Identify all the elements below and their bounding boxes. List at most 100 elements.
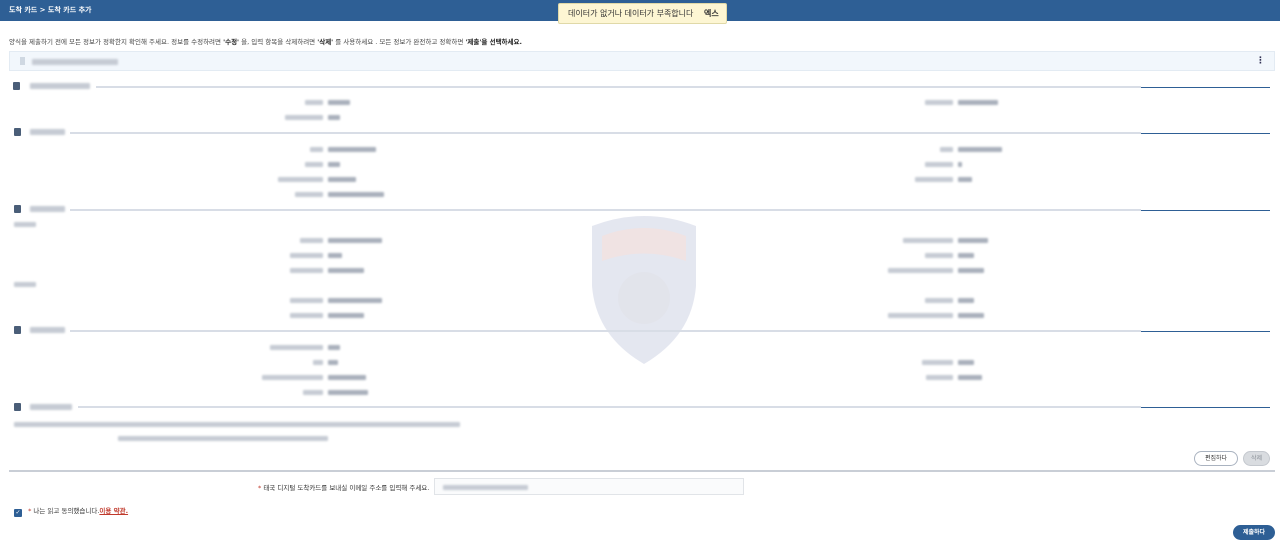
submit-button[interactable]: 제출하다 bbox=[1233, 525, 1275, 540]
terms-link[interactable]: 이용 약관. bbox=[99, 507, 128, 515]
section-divider-end bbox=[1141, 87, 1270, 88]
field-value-redacted bbox=[958, 375, 982, 380]
field-label-redacted bbox=[262, 375, 323, 380]
person-icon bbox=[14, 128, 21, 136]
instructions-part: 를 사용하세요 . 모든 정보가 완전하고 정확하면 bbox=[333, 38, 466, 46]
field-value-redacted bbox=[328, 313, 364, 318]
email-label-text: 태국 디지털 도착카드를 보내실 이메일 주소를 입력해 주세요. bbox=[263, 484, 430, 492]
field-value-redacted bbox=[958, 360, 974, 365]
field-value-redacted bbox=[958, 177, 972, 182]
field-label-redacted bbox=[926, 375, 953, 380]
field-value-redacted bbox=[328, 192, 384, 197]
field-value-redacted bbox=[328, 238, 382, 243]
instructions-delete-word: '삭제' bbox=[317, 38, 334, 46]
field-value-redacted bbox=[958, 147, 1002, 152]
section-divider-end bbox=[1141, 133, 1270, 134]
instructions-edit-word: '수정' bbox=[223, 38, 240, 46]
doc-icon bbox=[14, 326, 21, 334]
field-label-redacted bbox=[310, 147, 323, 152]
agreement-text: 나는 읽고 동의했습니다. bbox=[33, 507, 100, 515]
email-value-redacted bbox=[443, 485, 528, 490]
field-value-redacted bbox=[328, 147, 376, 152]
subsection-label-redacted bbox=[14, 282, 36, 287]
field-value-redacted bbox=[958, 298, 974, 303]
person-icon bbox=[20, 57, 25, 65]
section-divider bbox=[78, 406, 1141, 408]
edit-button[interactable]: 편집하다 bbox=[1194, 451, 1238, 466]
field-label-redacted bbox=[295, 192, 323, 197]
field-value-redacted bbox=[328, 177, 356, 182]
section-divider bbox=[70, 132, 1141, 134]
instructions-part: 을, 입력 항목을 삭제하려면 bbox=[239, 38, 318, 46]
field-value-redacted bbox=[328, 253, 342, 258]
field-value-redacted bbox=[958, 268, 984, 273]
field-value-redacted bbox=[328, 268, 364, 273]
seal-watermark bbox=[592, 216, 696, 364]
required-mark: * bbox=[258, 484, 262, 492]
plane-icon bbox=[13, 82, 20, 90]
field-value-redacted bbox=[958, 313, 984, 318]
section-divider bbox=[70, 330, 1141, 332]
field-label-redacted bbox=[305, 100, 323, 105]
field-value-redacted bbox=[958, 100, 998, 105]
field-label-redacted bbox=[915, 177, 953, 182]
toast-message: 데이터가 없거나 데이터가 부족합니다 bbox=[568, 9, 694, 18]
field-value-redacted bbox=[328, 298, 382, 303]
breadcrumb: 도착 카드 > 도착 카드 추가 bbox=[9, 6, 92, 14]
section-label-redacted bbox=[30, 206, 65, 212]
field-label-redacted bbox=[290, 313, 323, 318]
field-label-redacted bbox=[285, 115, 323, 120]
field-value-redacted bbox=[328, 375, 366, 380]
section-divider bbox=[70, 209, 1141, 211]
error-toast: 데이터가 없거나 데이터가 부족합니다 엑스 bbox=[558, 3, 727, 24]
section-label-redacted bbox=[30, 129, 65, 135]
subsection-label-redacted bbox=[14, 222, 36, 227]
field-label-redacted bbox=[305, 162, 323, 167]
field-label-redacted bbox=[922, 360, 953, 365]
field-label-redacted bbox=[925, 100, 953, 105]
paragraph-line-redacted bbox=[14, 422, 460, 427]
field-label-redacted bbox=[270, 345, 323, 350]
field-label-redacted bbox=[925, 162, 953, 167]
section-label-redacted bbox=[30, 327, 65, 333]
field-value-redacted bbox=[958, 238, 988, 243]
section-label-redacted bbox=[30, 404, 72, 410]
field-label-redacted bbox=[300, 238, 323, 243]
card-header: ⋮ bbox=[9, 51, 1275, 71]
note-icon bbox=[14, 403, 21, 411]
toast-close-button[interactable]: 엑스 bbox=[704, 4, 719, 23]
flag-icon bbox=[14, 205, 21, 213]
section-divider-end bbox=[1141, 407, 1270, 408]
field-value-redacted bbox=[328, 345, 340, 350]
field-label-redacted bbox=[290, 253, 323, 258]
section-divider-end bbox=[1141, 331, 1270, 332]
field-label-redacted bbox=[303, 390, 323, 395]
field-value-redacted bbox=[958, 162, 962, 167]
field-label-redacted bbox=[903, 238, 953, 243]
field-value-redacted bbox=[328, 360, 338, 365]
instructions-submit-word: '제출'을 선택하세요. bbox=[465, 38, 522, 46]
instructions-part: 양식을 제출하기 전에 모든 정보가 정확한지 확인해 주세요. 정보를 수정하… bbox=[9, 38, 224, 46]
terms-checkbox[interactable]: ✓ bbox=[14, 509, 22, 517]
section-divider bbox=[96, 86, 1141, 88]
field-label-redacted bbox=[925, 298, 953, 303]
card-title-redacted bbox=[32, 59, 118, 65]
instructions-text: 양식을 제출하기 전에 모든 정보가 정확한지 확인해 주세요. 정보를 수정하… bbox=[9, 36, 522, 46]
delete-button[interactable]: 삭제 bbox=[1243, 451, 1270, 466]
field-value-redacted bbox=[958, 253, 974, 258]
email-label: * 태국 디지털 도착카드를 보내실 이메일 주소를 입력해 주세요. bbox=[258, 482, 429, 492]
field-label-redacted bbox=[278, 177, 323, 182]
field-label-redacted bbox=[313, 360, 323, 365]
field-value-redacted bbox=[328, 390, 368, 395]
field-label-redacted bbox=[925, 253, 953, 258]
field-value-redacted bbox=[328, 115, 340, 120]
field-value-redacted bbox=[328, 162, 340, 167]
kebab-icon[interactable]: ⋮ bbox=[1256, 56, 1265, 66]
email-input[interactable] bbox=[434, 478, 744, 495]
terms-agreement: ✓ * 나는 읽고 동의했습니다.이용 약관. bbox=[14, 505, 128, 517]
paragraph-line-redacted bbox=[118, 436, 328, 441]
section-divider-end bbox=[1141, 210, 1270, 211]
field-label-redacted bbox=[290, 298, 323, 303]
card-bottom-divider bbox=[9, 470, 1275, 472]
section-label-redacted bbox=[30, 83, 90, 89]
